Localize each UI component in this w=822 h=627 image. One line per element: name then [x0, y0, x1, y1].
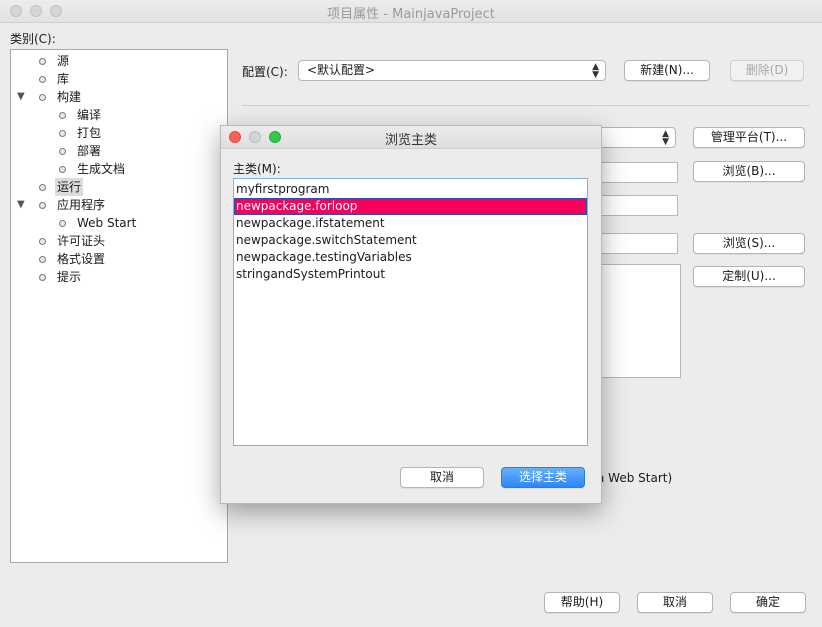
tree-node-icon — [39, 76, 46, 83]
tree-item-package[interactable]: 打包 — [11, 124, 227, 142]
main-class-list[interactable]: myfirstprogram newpackage.forloop newpac… — [233, 178, 588, 446]
browse-main-class-button[interactable]: 浏览(B)... — [693, 161, 805, 182]
tree-item-label: 库 — [57, 72, 70, 86]
tree-item-run[interactable]: 运行 — [11, 178, 227, 196]
help-button[interactable]: 帮助(H) — [544, 592, 620, 613]
cancel-button[interactable]: 取消 — [637, 592, 713, 613]
tree-item-label: 打包 — [77, 126, 102, 140]
tree-item-label: 格式设置 — [57, 252, 106, 266]
list-item[interactable]: stringandSystemPrintout — [234, 266, 587, 283]
list-item-selected[interactable]: newpackage.forloop — [234, 198, 587, 215]
tree-item-label: 编译 — [77, 108, 102, 122]
config-combo-value: <默认配置> — [307, 63, 376, 77]
tree-node-icon — [59, 130, 66, 137]
categories-label: 类别(C): — [10, 32, 56, 46]
tree-node-icon — [39, 202, 46, 209]
tree-item-libraries[interactable]: 库 — [11, 70, 227, 88]
browse-working-dir-button[interactable]: 浏览(S)... — [693, 233, 805, 254]
tree-item-label: Web Start — [77, 216, 137, 230]
list-item[interactable]: newpackage.testingVariables — [234, 249, 587, 266]
tree-node-icon — [59, 148, 66, 155]
tree-item-label: 运行 — [55, 178, 84, 196]
browse-main-class-dialog: 浏览主类 主类(M): myfirstprogram newpackage.fo… — [220, 125, 602, 504]
window-title: 项目属性 - MainjavaProject — [327, 7, 495, 22]
ok-button[interactable]: 确定 — [730, 592, 806, 613]
tree-item-label: 提示 — [57, 270, 82, 284]
config-combo[interactable]: <默认配置> ▲ ▼ — [298, 60, 606, 81]
tree-node-icon — [39, 94, 46, 101]
tree-node-icon — [39, 238, 46, 245]
dialog-title: 浏览主类 — [384, 133, 437, 148]
dialog-titlebar: 浏览主类 — [221, 126, 601, 149]
tree-item-label: 应用程序 — [57, 198, 106, 212]
tree-node-icon — [59, 220, 66, 227]
tree-node-icon — [59, 112, 66, 119]
tree-item-build[interactable]: ▼ 构建 — [11, 88, 227, 106]
expanded-triangle-icon[interactable]: ▼ — [17, 88, 25, 106]
tree-item-deploy[interactable]: 部署 — [11, 142, 227, 160]
list-item[interactable]: newpackage.switchStatement — [234, 232, 587, 249]
tree-item-source[interactable]: 源 — [11, 52, 227, 70]
dialog-cancel-button[interactable]: 取消 — [400, 467, 484, 488]
tree-item-label: 生成文档 — [77, 162, 126, 176]
tree-item-label: 许可证头 — [57, 234, 106, 248]
manage-platform-button[interactable]: 管理平台(T)... — [693, 127, 805, 148]
select-main-class-button[interactable]: 选择主类 — [501, 467, 585, 488]
config-label: 配置(C): — [242, 65, 288, 79]
updown-arrow-icon: ▲ ▼ — [592, 62, 599, 80]
delete-config-button[interactable]: 删除(D) — [730, 60, 804, 81]
tree-item-label: 部署 — [77, 144, 102, 158]
updown-arrow-icon: ▲ ▼ — [662, 129, 669, 147]
tree-item-license-headers[interactable]: 许可证头 — [11, 232, 227, 250]
list-item[interactable]: myfirstprogram — [234, 181, 587, 198]
tree-item-label: 源 — [57, 54, 70, 68]
web-start-partial-label: a Web Start) — [597, 471, 673, 485]
tree-item-documenting[interactable]: 生成文档 — [11, 160, 227, 178]
tree-item-hints[interactable]: 提示 — [11, 268, 227, 286]
window-titlebar: 项目属性 - MainjavaProject — [0, 0, 822, 23]
main-class-list-label: 主类(M): — [233, 162, 281, 176]
expanded-triangle-icon[interactable]: ▼ — [17, 196, 25, 214]
tree-node-icon — [39, 256, 46, 263]
tree-node-icon — [39, 184, 46, 191]
tree-item-web-start[interactable]: Web Start — [11, 214, 227, 232]
tree-item-label: 构建 — [57, 90, 82, 104]
category-tree[interactable]: 源 库 ▼ 构建 编译 打包 部署 生成文档 运行 ▼ 应用程序 Web Sta… — [10, 49, 228, 563]
tree-item-compile[interactable]: 编译 — [11, 106, 227, 124]
separator — [242, 105, 810, 106]
tree-node-icon — [39, 274, 46, 281]
tree-node-icon — [39, 58, 46, 65]
tree-item-formatting[interactable]: 格式设置 — [11, 250, 227, 268]
tree-node-icon — [59, 166, 66, 173]
tree-item-application[interactable]: ▼ 应用程序 — [11, 196, 227, 214]
new-config-button[interactable]: 新建(N)... — [624, 60, 710, 81]
list-item[interactable]: newpackage.ifstatement — [234, 215, 587, 232]
customize-button[interactable]: 定制(U)... — [693, 266, 805, 287]
